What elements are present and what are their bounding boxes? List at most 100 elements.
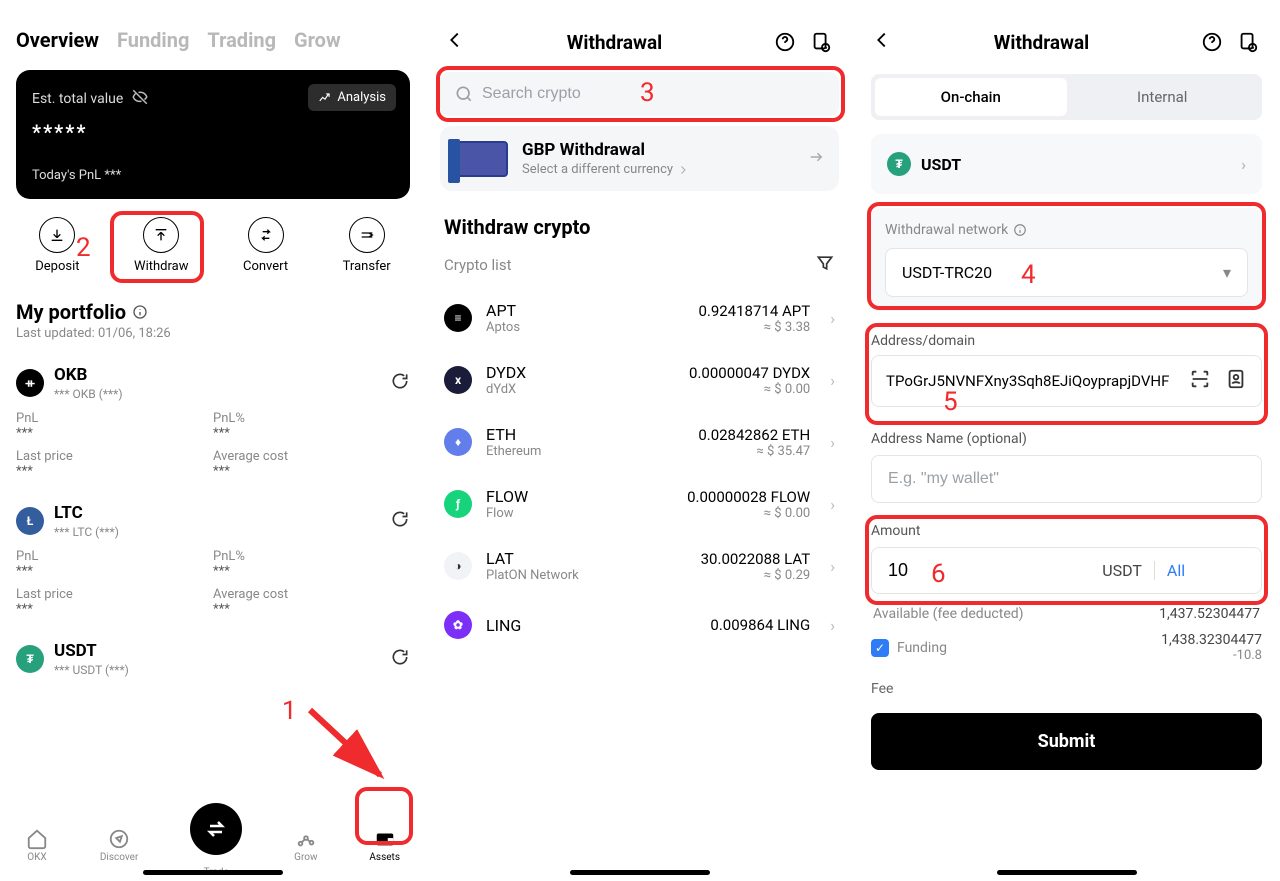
coin-symbol: FLOW — [486, 487, 528, 506]
coin-usd: ≈ $ 0.00 — [689, 382, 810, 397]
info-icon[interactable] — [132, 304, 148, 320]
refresh-icon[interactable] — [390, 509, 410, 533]
total-value-card: Est. total value Analysis ***** Today's … — [16, 70, 410, 199]
annotation-box-5 — [865, 323, 1268, 425]
submit-button[interactable]: Submit — [871, 713, 1262, 770]
list-item[interactable]: ♦ ETHEthereum 0.02842862 ETH≈ $ 35.47 › — [426, 411, 853, 473]
pnlp-label: PnL% — [213, 549, 410, 564]
usdt-icon: ₮ — [16, 645, 44, 673]
nav-okx[interactable]: OKX — [26, 828, 48, 863]
home-indicator — [997, 870, 1137, 875]
refresh-icon[interactable] — [390, 647, 410, 671]
coin-name: Ethereum — [486, 444, 541, 459]
coin-selector[interactable]: ₮ USDT › — [871, 134, 1262, 194]
last-price-label: Last price — [16, 449, 213, 464]
compass-icon — [108, 828, 130, 850]
last-price-value: *** — [16, 602, 213, 617]
list-item[interactable]: ✿ LING 0.009864 LING › — [426, 597, 853, 643]
visibility-toggle-icon[interactable] — [131, 88, 149, 110]
annotation-label-5: 5 — [943, 387, 958, 417]
help-icon[interactable] — [1198, 28, 1226, 56]
asset-subtext: *** USDT (***) — [54, 663, 129, 677]
back-button[interactable] — [871, 29, 893, 55]
nav-grow[interactable]: Grow — [294, 828, 317, 863]
segment-internal[interactable]: Internal — [1067, 78, 1259, 116]
filter-icon[interactable] — [815, 253, 835, 277]
nav-label: OKX — [27, 852, 46, 863]
list-item[interactable]: x DYDXdYdX 0.00000047 DYDX≈ $ 0.00 › — [426, 349, 853, 411]
header: Withdrawal — [426, 0, 853, 70]
coin-icon: ≡ — [444, 304, 472, 332]
today-pnl-label: Today's PnL — [32, 168, 104, 183]
annotation-box-4 — [867, 202, 1266, 310]
annotation-box-2 — [110, 211, 204, 283]
refresh-icon[interactable] — [390, 371, 410, 395]
coin-symbol: LAT — [486, 549, 579, 568]
coin-icon: ✿ — [444, 611, 472, 639]
coin-balance: 0.009864 LING — [710, 616, 810, 634]
crypto-list-label: Crypto list — [444, 256, 511, 274]
tab-funding[interactable]: Funding — [117, 28, 189, 52]
history-icon[interactable] — [807, 28, 835, 56]
history-icon[interactable] — [1234, 28, 1262, 56]
coin-icon: ♦ — [444, 428, 472, 456]
list-item[interactable]: ₮ USDT *** USDT (***) — [0, 627, 426, 677]
coin-name: Aptos — [486, 320, 520, 335]
nav-label: Discover — [100, 852, 139, 863]
back-button[interactable] — [444, 29, 466, 55]
coin-balance: 0.02842862 ETH — [698, 426, 810, 444]
funding-delta: -10.8 — [1161, 648, 1262, 663]
panel-withdrawal-list: Withdrawal 3 GBP Withdrawal Select a dif… — [426, 0, 853, 881]
deposit-icon — [39, 217, 75, 253]
home-icon — [26, 828, 48, 850]
list-item[interactable]: ≡ APTAptos 0.92418714 APT≈ $ 3.38 › — [426, 287, 853, 349]
pnl-value: *** — [16, 564, 213, 579]
tab-grow[interactable]: Grow — [294, 28, 341, 52]
list-item[interactable]: ƒ FLOWFlow 0.00000028 FLOW≈ $ 0.00 › — [426, 473, 853, 535]
chevron-right-icon — [677, 164, 689, 176]
coin-icon: ƒ — [444, 490, 472, 518]
address-name-input[interactable] — [871, 455, 1262, 503]
coin-icon: x — [444, 366, 472, 394]
header: Withdrawal — [853, 0, 1280, 70]
pnl-label: PnL — [16, 549, 213, 564]
tab-trading[interactable]: Trading — [207, 28, 276, 52]
gbp-subtitle: Select a different currency — [522, 162, 673, 177]
pnl-label: PnL — [16, 411, 213, 426]
panel-withdrawal-form: Withdrawal On-chain Internal ₮ USDT › Wi… — [853, 0, 1280, 881]
available-value: 1,437.52304477 — [1159, 606, 1260, 622]
help-icon[interactable] — [771, 28, 799, 56]
pnlp-label: PnL% — [213, 411, 410, 426]
annotation-box-1 — [355, 787, 413, 845]
fee-label: Fee — [871, 681, 1262, 697]
list-item[interactable]: ◑ LATPlatON Network 30.0022088 LAT≈ $ 0.… — [426, 535, 853, 597]
arrow-right-icon — [807, 148, 825, 170]
asset-symbol: OKB — [54, 365, 123, 385]
deposit-label: Deposit — [35, 259, 79, 274]
funding-checkbox[interactable]: ✓ — [871, 639, 889, 657]
nav-trade[interactable]: Trade — [190, 813, 242, 878]
pnlp-value: *** — [213, 426, 410, 441]
coin-usd: ≈ $ 0.29 — [701, 568, 811, 583]
tab-overview[interactable]: Overview — [16, 28, 99, 52]
asset-subtext: *** LTC (***) — [54, 525, 119, 539]
chevron-right-icon: › — [830, 309, 835, 328]
chevron-right-icon: › — [1241, 155, 1246, 174]
top-tabs: Overview Funding Trading Grow — [0, 0, 426, 70]
nav-discover[interactable]: Discover — [100, 828, 139, 863]
annotation-label-4: 4 — [1021, 260, 1036, 290]
list-item[interactable]: ᚑ OKB *** OKB (***) PnL*** PnL%*** Last … — [0, 351, 426, 489]
convert-button[interactable]: Convert — [243, 217, 288, 274]
list-item[interactable]: Ł LTC *** LTC (***) PnL*** PnL%*** Last … — [0, 489, 426, 627]
nav-label: Assets — [369, 852, 400, 863]
annotation-label-1: 1 — [282, 696, 297, 726]
deposit-button[interactable]: Deposit — [35, 217, 79, 274]
asset-symbol: LTC — [54, 503, 119, 523]
transfer-button[interactable]: Transfer — [343, 217, 391, 274]
analysis-button[interactable]: Analysis — [308, 84, 396, 111]
card-graphic — [454, 141, 508, 177]
convert-icon — [248, 217, 284, 253]
gbp-withdrawal-banner[interactable]: GBP Withdrawal Select a different curren… — [440, 126, 839, 191]
segment-onchain[interactable]: On-chain — [875, 78, 1067, 116]
page-title: Withdrawal — [893, 31, 1190, 54]
